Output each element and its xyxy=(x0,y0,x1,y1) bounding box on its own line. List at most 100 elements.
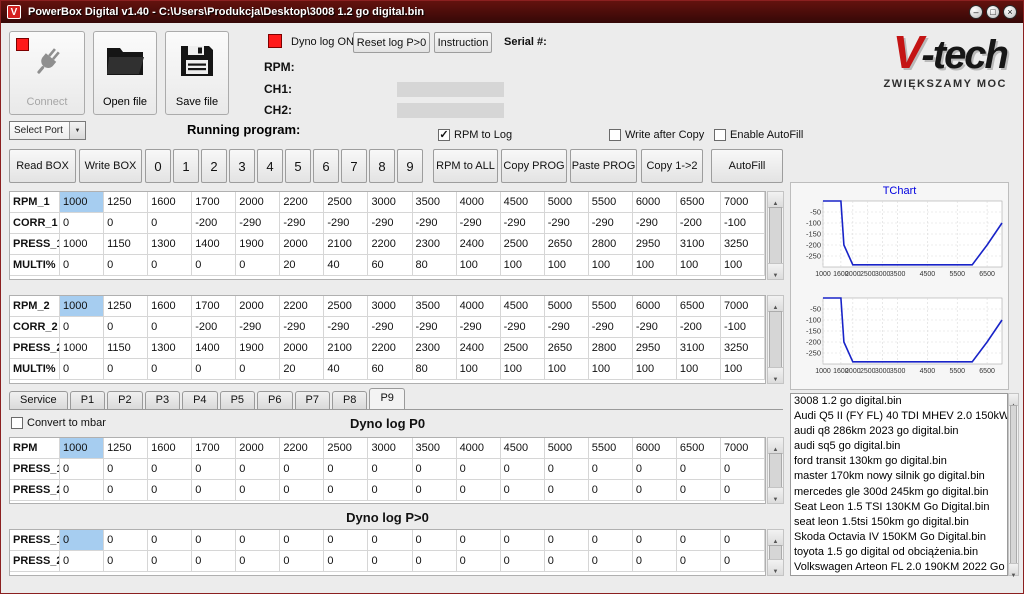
grid-cell[interactable]: -290 xyxy=(588,317,633,338)
tab-p2[interactable]: P2 xyxy=(107,391,143,409)
grid-cell[interactable]: 20 xyxy=(280,255,325,276)
scroll-up-icon[interactable] xyxy=(768,296,783,312)
grid-cell[interactable]: 0 xyxy=(280,551,325,572)
grid-cell[interactable]: 1150 xyxy=(104,234,149,255)
grid-cell[interactable]: 0 xyxy=(104,317,149,338)
tab-p8[interactable]: P8 xyxy=(331,391,368,409)
grid-cell[interactable]: 3250 xyxy=(720,338,765,359)
grid-cell[interactable]: 0 xyxy=(324,480,369,501)
grid-cell[interactable]: 2000 xyxy=(280,234,325,255)
grid-cell[interactable]: 6000 xyxy=(632,296,677,317)
grid-cell[interactable]: 1000 xyxy=(60,192,105,213)
grid-cell[interactable]: 1250 xyxy=(104,438,149,459)
grid-cell[interactable]: 3100 xyxy=(676,234,721,255)
tab-p4[interactable]: P4 xyxy=(182,391,218,409)
grid-cell[interactable]: 1000 xyxy=(60,438,105,459)
copy-prog-button[interactable]: Copy PROG xyxy=(501,149,567,183)
tab-p1[interactable]: P1 xyxy=(69,391,106,409)
scroll-down-icon[interactable] xyxy=(768,263,783,279)
write-box-button[interactable]: Write BOX xyxy=(79,149,142,183)
grid-cell[interactable]: -290 xyxy=(368,213,413,234)
grid-cell[interactable]: 5500 xyxy=(588,438,633,459)
grid-cell[interactable]: 0 xyxy=(104,480,149,501)
reset-log-button[interactable]: Reset log P>0 xyxy=(353,32,430,53)
grid-cell[interactable]: -100 xyxy=(720,213,765,234)
grid-cell[interactable]: 4500 xyxy=(500,438,545,459)
dyno-pgt0-scrollbar[interactable] xyxy=(767,529,784,576)
grid-cell[interactable]: 0 xyxy=(500,530,545,551)
grid-cell[interactable]: 2500 xyxy=(324,438,369,459)
grid-cell[interactable]: -290 xyxy=(632,213,677,234)
grid-cell[interactable]: 0 xyxy=(148,317,193,338)
grid-cell[interactable]: 2950 xyxy=(632,338,677,359)
grid-cell[interactable]: 40 xyxy=(324,359,369,380)
grid-cell[interactable]: 0 xyxy=(192,551,237,572)
digit-button-7[interactable]: 7 xyxy=(341,149,367,183)
grid-cell[interactable]: 6000 xyxy=(632,192,677,213)
grid-cell[interactable]: 2100 xyxy=(324,234,369,255)
grid-cell[interactable]: 40 xyxy=(324,255,369,276)
grid-cell[interactable]: 1000 xyxy=(60,234,105,255)
grid-cell[interactable]: 1000 xyxy=(60,338,105,359)
file-item[interactable]: audi sq5 go digital.bin xyxy=(791,439,1007,454)
program2-scrollbar[interactable] xyxy=(767,295,784,384)
scroll-thumb[interactable] xyxy=(1010,405,1017,564)
grid-cell[interactable]: 1250 xyxy=(104,296,149,317)
grid-cell[interactable]: 1400 xyxy=(192,234,237,255)
copy-1-to-2-button[interactable]: Copy 1->2 xyxy=(641,149,703,183)
grid-cell[interactable]: 100 xyxy=(456,359,501,380)
grid-cell[interactable]: 4000 xyxy=(456,192,501,213)
grid-cell[interactable]: -290 xyxy=(632,317,677,338)
grid-cell[interactable]: 0 xyxy=(412,551,457,572)
file-item[interactable]: ford transit 130km go digital.bin xyxy=(791,454,1007,469)
grid-cell[interactable]: 0 xyxy=(500,551,545,572)
grid-cell[interactable]: 100 xyxy=(632,255,677,276)
scroll-thumb[interactable] xyxy=(769,545,782,560)
file-item[interactable]: mercedes gle 300d 245km go digital.bin xyxy=(791,485,1007,500)
grid-cell[interactable]: -290 xyxy=(236,317,281,338)
scroll-down-icon[interactable] xyxy=(768,487,783,503)
grid-cell[interactable]: 0 xyxy=(60,359,105,380)
grid-cell[interactable]: 2500 xyxy=(324,192,369,213)
write-after-copy-checkbox[interactable]: Write after Copy xyxy=(609,129,704,141)
grid-cell[interactable]: 0 xyxy=(676,530,721,551)
grid-cell[interactable]: 0 xyxy=(104,213,149,234)
grid-cell[interactable]: 0 xyxy=(236,530,281,551)
grid-cell[interactable]: -290 xyxy=(368,317,413,338)
grid-cell[interactable]: 3000 xyxy=(368,192,413,213)
grid-cell[interactable]: -200 xyxy=(676,213,721,234)
grid-cell[interactable]: 2000 xyxy=(236,296,281,317)
grid-cell[interactable]: 5500 xyxy=(588,296,633,317)
grid-cell[interactable]: 4000 xyxy=(456,296,501,317)
grid-cell[interactable]: 0 xyxy=(192,359,237,380)
digit-button-5[interactable]: 5 xyxy=(285,149,311,183)
grid-cell[interactable]: 0 xyxy=(544,459,589,480)
grid-cell[interactable]: 2800 xyxy=(588,338,633,359)
grid-cell[interactable]: 5500 xyxy=(588,192,633,213)
scroll-up-icon[interactable] xyxy=(768,192,783,208)
dyno-p0-scrollbar[interactable] xyxy=(767,437,784,504)
scroll-thumb[interactable] xyxy=(769,453,782,488)
grid-cell[interactable]: 2000 xyxy=(236,438,281,459)
select-port-dropdown[interactable]: Select Port xyxy=(9,121,86,140)
grid-cell[interactable]: 3000 xyxy=(368,438,413,459)
grid-cell[interactable]: 0 xyxy=(148,530,193,551)
grid-cell[interactable]: 0 xyxy=(412,480,457,501)
grid-cell[interactable]: 100 xyxy=(500,255,545,276)
read-box-button[interactable]: Read BOX xyxy=(9,149,76,183)
grid-cell[interactable]: -290 xyxy=(456,213,501,234)
grid-cell[interactable]: 0 xyxy=(236,359,281,380)
connect-button[interactable]: Connect xyxy=(9,31,85,115)
grid-cell[interactable]: -200 xyxy=(676,317,721,338)
grid-cell[interactable]: 0 xyxy=(60,255,105,276)
grid-cell[interactable]: 0 xyxy=(456,551,501,572)
grid-cell[interactable]: 0 xyxy=(632,480,677,501)
file-item[interactable]: Volkswagen Arteon FL 2.0 190KM 2022 Go D… xyxy=(791,560,1007,575)
grid-cell[interactable]: 6500 xyxy=(676,438,721,459)
tab-p9[interactable]: P9 xyxy=(369,388,405,409)
grid-cell[interactable]: 2800 xyxy=(588,234,633,255)
grid-cell[interactable]: 0 xyxy=(192,255,237,276)
grid-cell[interactable]: 1900 xyxy=(236,234,281,255)
tab-p7[interactable]: P7 xyxy=(294,391,330,409)
grid-cell[interactable]: 1000 xyxy=(60,296,105,317)
